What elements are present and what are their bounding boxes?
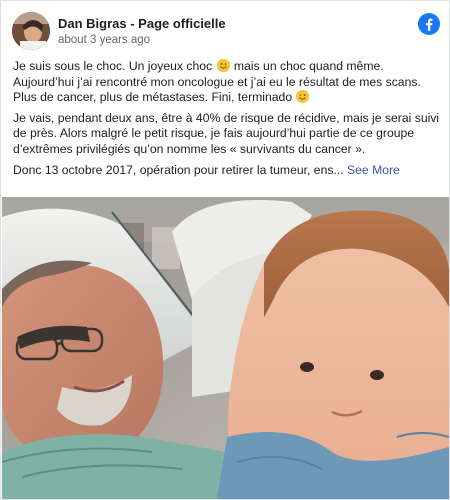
facebook-logo-icon	[418, 13, 440, 35]
hospital-photo-image	[2, 197, 449, 499]
paragraph-text: Je suis sous le choc. Un joyeux choc	[13, 59, 216, 73]
author-avatar[interactable]	[12, 12, 50, 50]
avatar-image	[12, 12, 50, 50]
paragraph-text: Donc 13 octobre 2017, opération pour ret…	[13, 163, 347, 177]
post-paragraph: Donc 13 octobre 2017, opération pour ret…	[13, 163, 441, 179]
wink-emoji-icon	[296, 90, 310, 103]
see-more-link[interactable]: See More	[347, 163, 400, 177]
post-text: Je suis sous le choc. Un joyeux choc mai…	[13, 59, 441, 185]
facebook-post-card: Dan Bigras - Page officielle about 3 yea…	[0, 0, 450, 500]
post-paragraph: Je vais, pendant deux ans, être à 40% de…	[13, 110, 440, 156]
author-name[interactable]: Dan Bigras - Page officielle	[58, 16, 226, 31]
smiley-emoji-icon	[216, 59, 230, 72]
post-paragraph: Je suis sous le choc. Un joyeux choc mai…	[13, 59, 441, 106]
post-header: Dan Bigras - Page officielle about 3 yea…	[12, 11, 440, 51]
post-timestamp[interactable]: about 3 years ago	[58, 34, 150, 46]
post-photo[interactable]	[2, 197, 449, 499]
